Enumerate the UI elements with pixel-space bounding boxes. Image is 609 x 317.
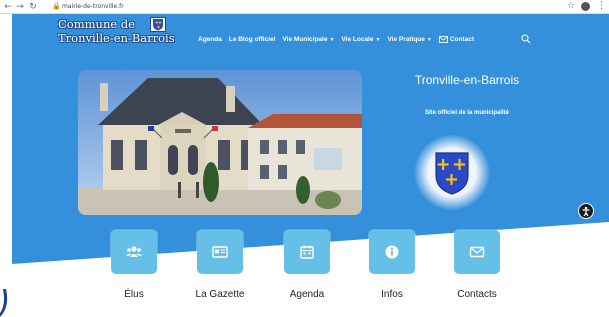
newspaper-icon <box>212 246 228 258</box>
envelope-icon <box>438 36 448 43</box>
main-navigation: Agenda Le Blog officiel Vie Municipale ▼… <box>198 36 481 43</box>
nav-item-agenda[interactable]: Agenda <box>198 36 222 43</box>
coat-of-arms-emblem <box>414 135 490 210</box>
search-icon[interactable] <box>521 34 531 44</box>
url-text: mairie-de-tronville.fr <box>62 3 124 10</box>
coat-of-arms-icon: ✚ ✚ ✚ <box>150 17 166 32</box>
brand-line-2: Tronville-en-Barrois <box>58 31 175 45</box>
address-bar[interactable]: 🔒 mairie-de-tronville.fr <box>52 2 552 12</box>
accessibility-icon[interactable] <box>578 203 594 219</box>
decorative-swoosh <box>0 289 8 317</box>
browser-menu-icon[interactable]: ⋮ <box>597 1 606 11</box>
quick-link-elus-button[interactable] <box>111 230 157 274</box>
quick-link-agenda-button[interactable] <box>284 230 330 274</box>
hero-title: Tronville-en-Barrois <box>414 73 520 87</box>
shield-icon <box>435 152 469 195</box>
nav-item-vie-municipale[interactable]: Vie Municipale ▼ <box>282 36 334 43</box>
site-logo[interactable]: Commune de Tronville-en-Barrois ✚ ✚ ✚ <box>58 17 176 45</box>
back-arrow-icon[interactable]: ← <box>3 2 13 12</box>
info-icon <box>385 245 399 259</box>
bookmark-star-icon[interactable]: ☆ <box>567 1 575 11</box>
town-hall-photo <box>78 70 362 215</box>
browser-toolbar: ← → ↻ 🔒 mairie-de-tronville.fr ☆ ⋮ <box>0 0 609 14</box>
lock-icon: 🔒 <box>52 2 61 10</box>
quick-link-gazette-label[interactable]: La Gazette <box>180 289 260 300</box>
quick-link-contacts-label[interactable]: Contacts <box>437 289 517 300</box>
forward-arrow-icon[interactable]: → <box>15 2 25 12</box>
hero-subtitle: Site officiel de la municipalité <box>424 110 510 116</box>
quick-link-contacts-button[interactable] <box>454 230 500 274</box>
users-icon <box>126 246 142 257</box>
reload-icon[interactable]: ↻ <box>28 2 38 12</box>
quick-link-elus-label[interactable]: Élus <box>94 289 174 300</box>
chevron-down-icon: ▼ <box>426 36 432 43</box>
quick-link-gazette-button[interactable] <box>197 230 243 274</box>
quick-link-infos-label[interactable]: Infos <box>352 289 432 300</box>
envelope-icon <box>469 246 485 258</box>
profile-avatar-icon[interactable] <box>581 2 590 11</box>
chevron-down-icon: ▼ <box>375 36 381 43</box>
quick-link-agenda-label[interactable]: Agenda <box>267 289 347 300</box>
nav-item-vie-pratique[interactable]: Vie Pratique ▼ <box>387 36 431 43</box>
calendar-icon <box>300 245 314 259</box>
chevron-down-icon: ▼ <box>329 36 335 43</box>
nav-item-vie-locale[interactable]: Vie Locale ▼ <box>341 36 380 43</box>
quick-link-infos-button[interactable] <box>369 230 415 274</box>
nav-item-blog[interactable]: Le Blog officiel <box>229 36 276 43</box>
nav-item-contact[interactable]: Contact <box>438 36 474 43</box>
